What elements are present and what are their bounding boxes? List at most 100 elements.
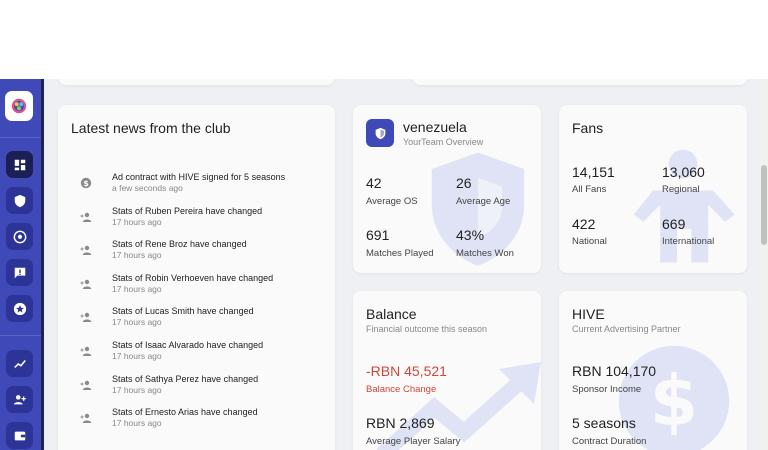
- sidebar-divider: [0, 137, 41, 138]
- news-item-time: 17 hours ago: [112, 250, 162, 261]
- stat-label: All Fans: [572, 184, 607, 195]
- news-item: Stats of Rene Broz have changed 17 hours …: [80, 239, 320, 269]
- news-item-time: 17 hours ago: [112, 418, 162, 429]
- salary-value: RBN 2,869: [366, 415, 435, 431]
- sponsor-title: HIVE: [572, 306, 605, 322]
- stat-label: National: [572, 236, 607, 247]
- svg-text:$: $: [83, 179, 89, 188]
- top-card-right: [412, 79, 748, 85]
- news-item-text: Stats of Rene Broz have changed: [112, 239, 247, 250]
- balance-card: Balance Financial outcome this season -R…: [353, 291, 541, 450]
- soccer-ball-icon: [13, 230, 26, 243]
- people-icon: [13, 394, 26, 404]
- stat-value: 43%: [456, 227, 485, 243]
- team-subtitle: YourTeam Overview: [403, 137, 484, 147]
- sidebar-item-messages[interactable]: [6, 259, 33, 286]
- person-add-icon: [80, 277, 92, 289]
- stat-value: 669: [662, 216, 686, 232]
- person-add-icon: [80, 243, 92, 256]
- sidebar-item-players[interactable]: [6, 386, 33, 413]
- news-item: Stats of Ruben Pereira have changed 17 ho…: [80, 206, 320, 236]
- stat-value: 691: [366, 227, 390, 243]
- sponsor-card: $ HIVE Current Advertising Partner RBN 1…: [559, 291, 747, 450]
- news-card: Latest news from the club $ Ad contract w…: [58, 105, 335, 450]
- news-item-time: 17 hours ago: [112, 283, 162, 294]
- logo-icon: [11, 98, 27, 114]
- news-title: Latest news from the club: [71, 120, 231, 136]
- svg-text:$: $: [650, 361, 698, 442]
- shield-icon: [375, 127, 385, 139]
- stat-value: 42: [366, 175, 382, 191]
- alert-icon: [14, 267, 25, 278]
- salary-label: Average Player Salary: [366, 436, 461, 447]
- dashboard-icon: [14, 159, 25, 170]
- news-item: Stats of Lucas Smith have changed 17 hour…: [80, 306, 320, 336]
- sidebar-item-finance[interactable]: [6, 422, 33, 449]
- news-item-time: 17 hours ago: [112, 384, 162, 395]
- person-add-icon: [80, 411, 92, 424]
- fans-title: Fans: [572, 120, 604, 136]
- news-item-time: a few seconds ago: [112, 183, 183, 193]
- sidebar: [0, 79, 44, 450]
- news-item-text: Stats of Ernesto Arias have changed: [112, 407, 258, 418]
- news-item: Stats of Isaac Alvarado have changed 17 h…: [80, 340, 320, 370]
- news-item: Stats of Sathya Perez have changed 17 hou…: [80, 374, 320, 404]
- balance-change-value: -RBN 45,521: [366, 363, 447, 379]
- fans-card: Fans 14,151 All Fans 13,060 Regional 422…: [559, 105, 747, 273]
- contract-duration-value: 5 seasons: [572, 415, 636, 431]
- scrollbar-track[interactable]: [760, 79, 768, 450]
- news-item: Stats of Ernesto Arias have changed 17 ho…: [80, 407, 320, 437]
- club-logo[interactable]: [5, 91, 33, 121]
- top-card-left: [58, 79, 335, 85]
- stat-value: 13,060: [662, 164, 705, 180]
- sidebar-item-stats[interactable]: [6, 350, 33, 377]
- sidebar-divider: [0, 335, 41, 336]
- news-item-text: Stats of Ruben Pereira have changed: [112, 205, 263, 216]
- news-item-time: 17 hours ago: [112, 351, 162, 361]
- news-item-text: Stats of Lucas Smith have changed: [112, 306, 254, 317]
- person-add-icon: [80, 378, 92, 390]
- app-window: Latest news from the club $ Ad contract w…: [0, 79, 768, 450]
- person-add-icon: [80, 344, 92, 356]
- sponsor-income-value: RBN 104,170: [572, 363, 657, 379]
- team-badge: [366, 119, 394, 147]
- person-add-icon: [80, 210, 92, 222]
- person-add-icon: [80, 310, 92, 323]
- stat-value: 26: [456, 175, 472, 191]
- dollar-icon: $: [80, 176, 92, 189]
- news-item-time: 17 hours ago: [112, 216, 162, 227]
- stat-label: Average OS: [366, 196, 418, 207]
- wallet-icon: [14, 431, 25, 440]
- sidebar-item-dashboard[interactable]: [6, 151, 33, 178]
- news-item: $ Ad contract with HIVE signed for 5 seas…: [80, 172, 320, 202]
- team-name: venezuela: [403, 119, 467, 135]
- sidebar-item-team[interactable]: [6, 187, 33, 214]
- stat-label: Average Age: [456, 196, 511, 207]
- news-item-text: Stats of Sathya Perez have changed: [112, 373, 259, 384]
- stat-value: 422: [572, 216, 596, 232]
- trending-icon: [13, 359, 26, 368]
- sponsor-subtitle: Current Advertising Partner: [572, 324, 681, 334]
- stat-value: 14,151: [572, 164, 615, 180]
- team-card: venezuela YourTeam Overview 42 Average O…: [353, 105, 541, 273]
- contract-duration-label: Contract Duration: [572, 436, 647, 447]
- stat-label: Regional: [662, 184, 700, 195]
- news-item: Stats of Robin Verhoeven have changed 17 …: [80, 273, 320, 303]
- news-item-text: Stats of Isaac Alvarado have changed: [112, 340, 264, 350]
- sidebar-item-matches[interactable]: [6, 223, 33, 250]
- dollar-watermark-icon: $: [618, 345, 730, 450]
- news-item-text: Ad contract with HIVE signed for 5 seaso…: [112, 172, 286, 182]
- news-item-time: 17 hours ago: [112, 317, 162, 328]
- stat-label: International: [662, 236, 715, 247]
- stat-label: Matches Won: [456, 248, 514, 259]
- sponsor-income-label: Sponsor Income: [572, 384, 642, 395]
- stat-label: Matches Played: [366, 248, 434, 259]
- balance-subtitle: Financial outcome this season: [366, 324, 488, 334]
- balance-change-label: Balance Change: [366, 384, 437, 395]
- news-item-text: Stats of Robin Verhoeven have changed: [112, 272, 274, 283]
- scrollbar-thumb[interactable]: [761, 165, 767, 245]
- sidebar-item-favorites[interactable]: [6, 295, 33, 322]
- shield-icon: [14, 194, 25, 207]
- balance-title: Balance: [366, 306, 417, 322]
- star-icon: [13, 302, 26, 315]
